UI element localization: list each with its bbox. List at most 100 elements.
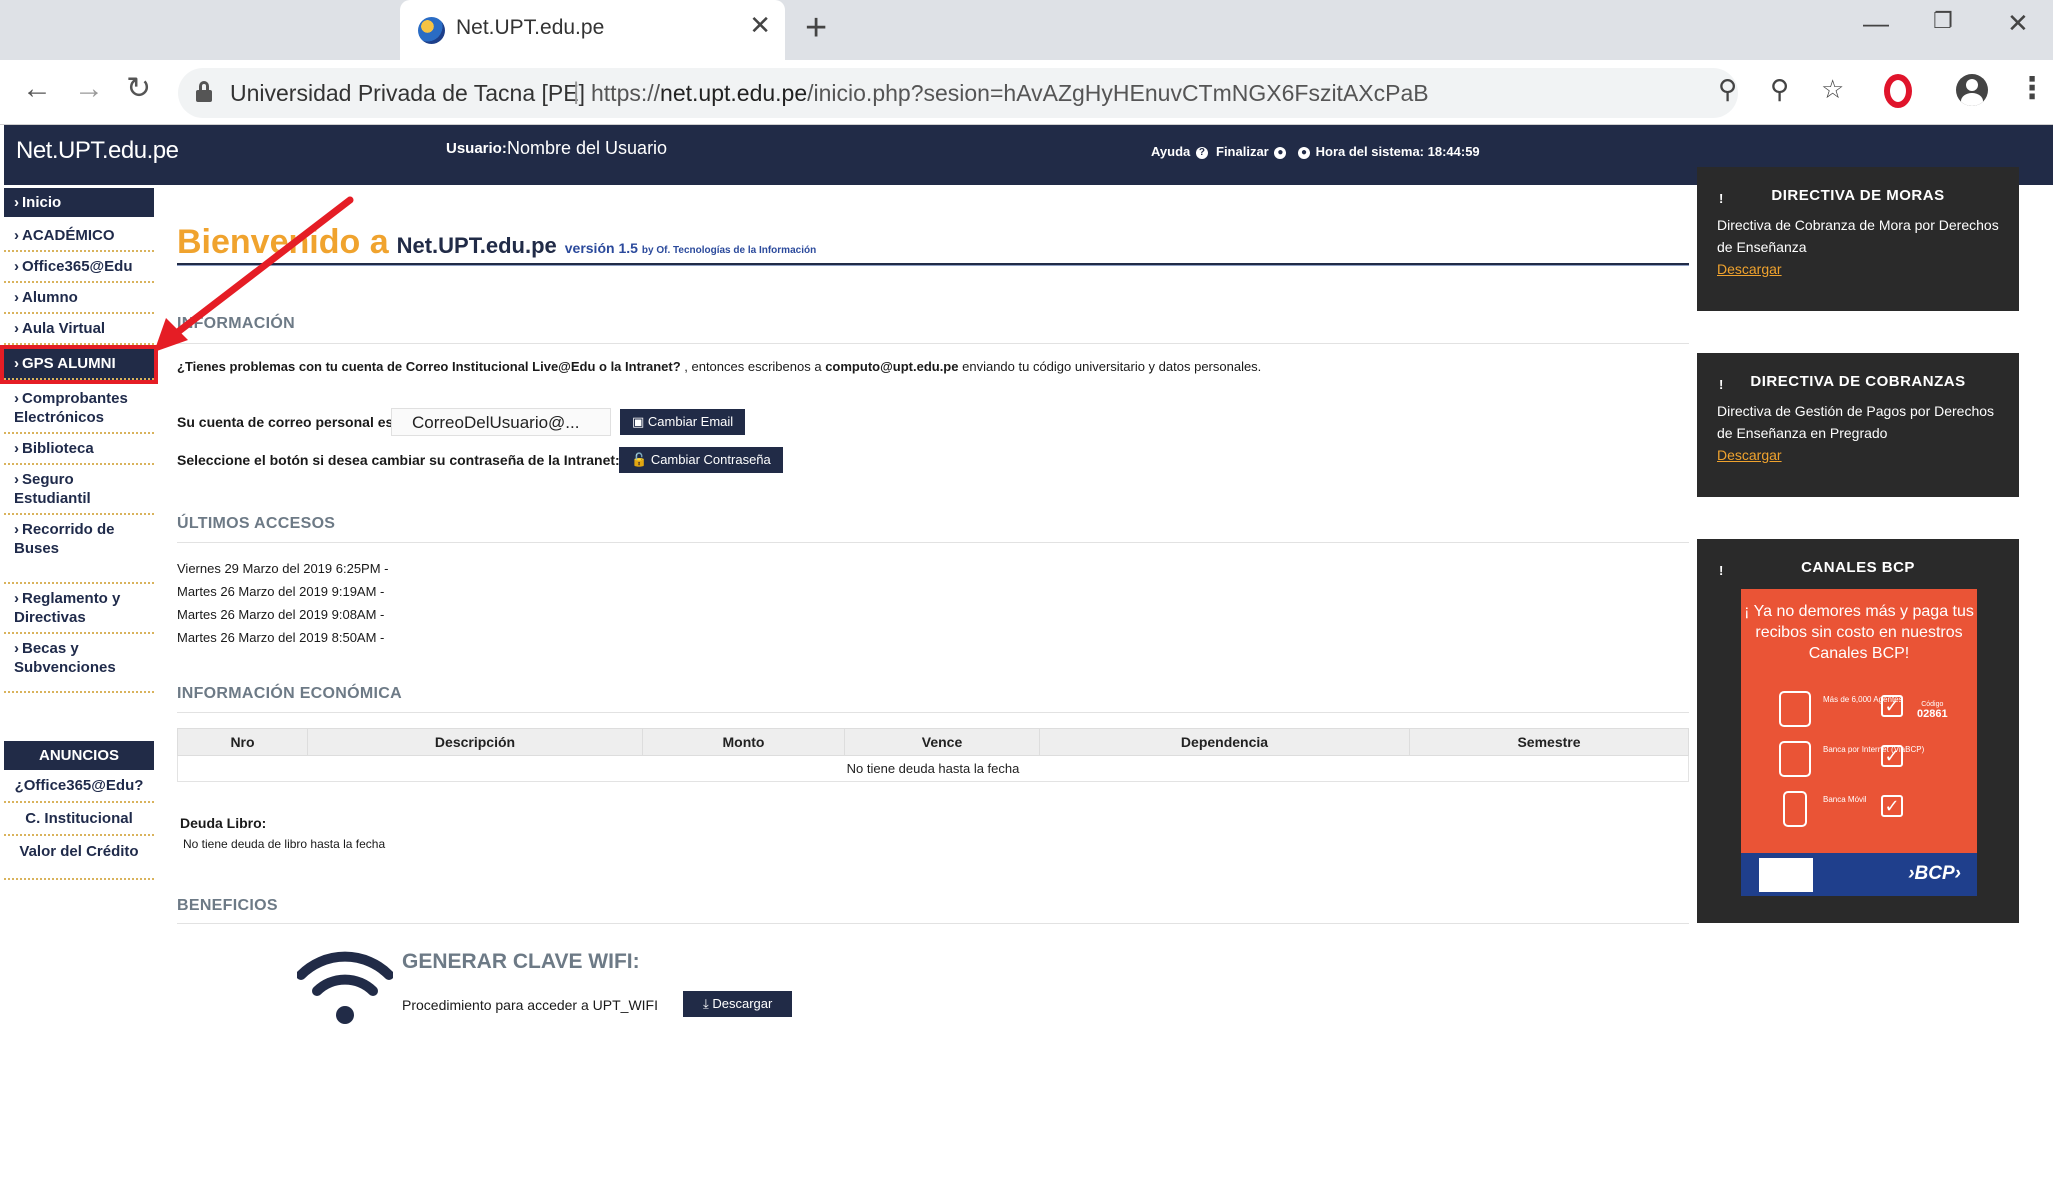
- list-item: Martes 26 Marzo del 2019 9:19AM -: [177, 584, 385, 599]
- card-title: CANALES BCP: [1801, 559, 1915, 576]
- lock-icon[interactable]: [196, 81, 212, 103]
- system-clock: ● Hora del sistema: 18:44:59: [1296, 144, 1480, 159]
- chevron-right-icon: ›: [14, 227, 19, 244]
- col-dependencia: Dependencia: [1039, 728, 1410, 756]
- change-password-button[interactable]: 🔓 Cambiar Contraseña: [619, 447, 783, 473]
- info-message: ¿Tienes problemas con tu cuenta de Corre…: [177, 359, 1262, 374]
- announcements-heading: ANUNCIOS: [4, 741, 154, 770]
- email-field[interactable]: CorreoDelUsuario@...: [391, 408, 611, 436]
- card-text: Directiva de Cobranza de Mora por Derech…: [1717, 217, 1999, 255]
- new-tab-icon[interactable]: +: [805, 9, 827, 47]
- power-icon: ●: [1274, 146, 1287, 159]
- chevron-right-icon: ›: [14, 640, 19, 657]
- card-text: Directiva de Gestión de Pagos por Derech…: [1717, 403, 1995, 441]
- sidebar-item-biblioteca[interactable]: › Biblioteca: [4, 434, 154, 465]
- chevron-right-icon: ›: [14, 258, 19, 275]
- section-title-benefits: BENEFICIOS: [177, 897, 278, 914]
- sidebar-item-alumno[interactable]: › Alumno: [4, 283, 154, 314]
- tab-strip: Net.UPT.edu.pe ✕ + — ❐ ✕: [0, 0, 2053, 60]
- zoom-icon[interactable]: ⚲: [1770, 76, 1789, 102]
- opera-icon[interactable]: [1884, 74, 1912, 108]
- close-window-icon[interactable]: ✕: [2007, 10, 2029, 36]
- site-identity: Universidad Privada de Tacna [PE]: [230, 80, 585, 106]
- announcement-office365[interactable]: ¿Office365@Edu?: [4, 770, 154, 803]
- sidebar-item-inicio[interactable]: › Inicio: [4, 188, 154, 217]
- minimize-icon[interactable]: —: [1863, 10, 1889, 36]
- tab-title: Net.UPT.edu.pe: [456, 16, 605, 39]
- restore-icon[interactable]: ❐: [1933, 10, 1953, 32]
- site-brand[interactable]: Net.UPT.edu.pe: [16, 137, 179, 165]
- section-divider: [177, 343, 1689, 344]
- logout-link[interactable]: Finalizar ●: [1216, 144, 1288, 159]
- sidebar-item-aula-virtual[interactable]: › Aula Virtual: [4, 314, 154, 345]
- browser-tab[interactable]: Net.UPT.edu.pe ✕: [400, 0, 785, 60]
- section-title-economic: INFORMACIÓN ECONÓMICA: [177, 685, 402, 702]
- chevron-right-icon: ›: [14, 194, 19, 211]
- alert-icon: !: [1719, 191, 1724, 206]
- sidebar-item-academico[interactable]: › ACADÉMICO: [4, 221, 154, 252]
- sidebar-item-seguro[interactable]: › Seguro Estudiantil: [4, 465, 154, 515]
- card-canales-bcp: ! CANALES BCP ¡ Ya no demores más y paga…: [1697, 539, 2019, 923]
- chevron-right-icon: ›: [14, 521, 19, 538]
- list-item: Viernes 29 Marzo del 2019 6:25PM -: [177, 561, 389, 576]
- menu-icon[interactable]: ⋮: [2017, 74, 2047, 104]
- alert-icon: !: [1719, 377, 1724, 392]
- col-monto: Monto: [642, 728, 845, 756]
- announcement-institucional[interactable]: C. Institucional: [4, 803, 154, 836]
- access-list: Viernes 29 Marzo del 2019 6:25PM - Marte…: [177, 557, 389, 649]
- browser-toolbar: ← → ↻ Universidad Privada de Tacna [PE] …: [0, 60, 2053, 125]
- wifi-description: Procedimiento para acceder a UPT_WIFI: [402, 997, 658, 1013]
- bookmark-star-icon[interactable]: ☆: [1821, 76, 1844, 102]
- chevron-right-icon: ›: [14, 355, 19, 372]
- help-link[interactable]: Ayuda ?: [1151, 144, 1210, 159]
- debt-table: Nro Descripción Monto Vence Dependencia …: [177, 728, 1689, 782]
- chevron-right-icon: ›: [14, 590, 19, 607]
- download-link[interactable]: Descargar: [1717, 261, 1782, 277]
- url-separator: |: [573, 78, 580, 105]
- user-label: Usuario:: [446, 140, 507, 157]
- clock-icon: ●: [1298, 146, 1310, 159]
- address-bar[interactable]: Universidad Privada de Tacna [PE] | http…: [178, 68, 1738, 118]
- col-vence: Vence: [844, 728, 1040, 756]
- section-divider: [177, 542, 1689, 543]
- sidebar-item-office365[interactable]: › Office365@Edu: [4, 252, 154, 283]
- chevron-right-icon: ›: [14, 289, 19, 306]
- download-link[interactable]: Descargar: [1717, 447, 1782, 463]
- card-directiva-moras: ! DIRECTIVA DE MORAS Directiva de Cobran…: [1697, 167, 2019, 311]
- chevron-right-icon: ›: [14, 390, 19, 407]
- sidebar-item-reglamento[interactable]: › Reglamento y Directivas: [4, 584, 154, 634]
- bcp-advertisement[interactable]: ¡ Ya no demores más y paga tus recibos s…: [1741, 589, 1977, 896]
- col-descripcion: Descripción: [307, 728, 643, 756]
- profile-icon[interactable]: [1956, 74, 1988, 106]
- back-icon[interactable]: ←: [22, 74, 52, 104]
- section-title-accesses: ÚLTIMOS ACCESOS: [177, 515, 336, 532]
- bcp-channel-agents: Más de 6,000 Agentes ✓ Código 02861: [1779, 691, 1949, 727]
- forward-icon[interactable]: →: [74, 74, 104, 104]
- list-item: Martes 26 Marzo del 2019 8:50AM -: [177, 630, 385, 645]
- sidebar-item-gps-alumni[interactable]: › GPS ALUMNI: [0, 345, 158, 384]
- change-email-button[interactable]: ▣ Cambiar Email: [620, 409, 746, 435]
- chevron-right-icon: ›: [14, 320, 19, 337]
- check-icon: ✓: [1881, 745, 1903, 767]
- key-icon[interactable]: ⚲: [1718, 76, 1737, 102]
- table-header-row: Nro Descripción Monto Vence Dependencia …: [177, 728, 1689, 756]
- url-text[interactable]: https://net.upt.edu.pe/inicio.php?sesion…: [591, 80, 1429, 107]
- phone-icon: [1783, 791, 1807, 827]
- reload-icon[interactable]: ↻: [126, 74, 151, 104]
- bcp-channel-internet: Banca por Internet (ViaBCP) ✓: [1779, 741, 1949, 777]
- wifi-title: GENERAR CLAVE WIFI:: [402, 950, 640, 973]
- sidebar-item-comprobantes[interactable]: › Comprobantes Electrónicos: [4, 384, 154, 434]
- close-tab-icon[interactable]: ✕: [749, 12, 771, 38]
- list-item: Martes 26 Marzo del 2019 9:08AM -: [177, 607, 385, 622]
- email-label: Su cuenta de correo personal es:: [177, 414, 398, 430]
- section-divider: [177, 712, 1689, 713]
- section-divider: [177, 923, 1689, 924]
- check-icon: ✓: [1881, 695, 1903, 717]
- annotation-arrow-icon: [154, 196, 354, 352]
- col-semestre: Semestre: [1409, 728, 1689, 756]
- alert-icon: !: [1719, 563, 1724, 578]
- announcement-valor-credito[interactable]: Valor del Crédito: [4, 836, 154, 880]
- wifi-download-button[interactable]: ⤓ Descargar: [683, 991, 793, 1017]
- sidebar-item-becas[interactable]: › Becas y Subvenciones: [4, 634, 154, 693]
- sidebar-item-buses[interactable]: › Recorrido de Buses: [4, 515, 154, 584]
